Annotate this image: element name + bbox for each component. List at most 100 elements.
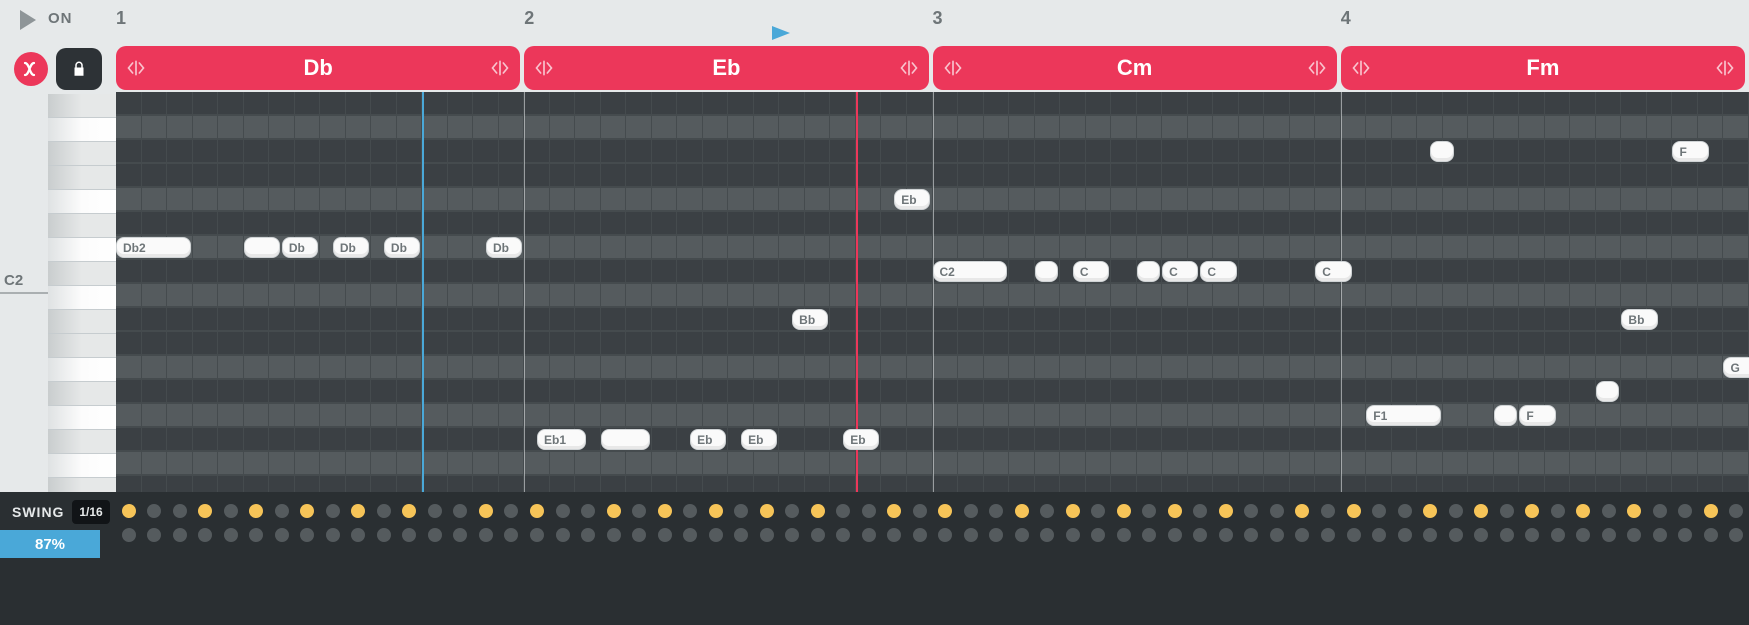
resize-handle-icon[interactable] (1715, 58, 1735, 78)
swing-step[interactable] (913, 528, 927, 542)
swing-step[interactable] (1576, 504, 1590, 518)
swing-step[interactable] (964, 504, 978, 518)
swing-step[interactable] (530, 504, 544, 518)
swing-step[interactable] (198, 528, 212, 542)
swing-step[interactable] (1474, 504, 1488, 518)
swing-step[interactable] (1066, 528, 1080, 542)
swing-percent[interactable]: 87% (0, 530, 100, 558)
swing-step[interactable] (122, 528, 136, 542)
swing-step[interactable] (1117, 504, 1131, 518)
note[interactable] (1137, 261, 1161, 282)
swing-step[interactable] (1347, 504, 1361, 518)
swing-step[interactable] (1321, 504, 1335, 518)
swing-step[interactable] (734, 528, 748, 542)
swing-step[interactable] (300, 528, 314, 542)
swing-step[interactable] (1066, 504, 1080, 518)
note[interactable]: Eb (843, 429, 879, 450)
swing-step[interactable] (1372, 528, 1386, 542)
note[interactable]: C (1073, 261, 1109, 282)
swing-step[interactable] (504, 528, 518, 542)
swing-step[interactable] (377, 528, 391, 542)
note[interactable]: Eb (690, 429, 726, 450)
note[interactable]: Db2 (116, 237, 191, 258)
swing-step[interactable] (377, 504, 391, 518)
swing-step[interactable] (887, 528, 901, 542)
swing-step[interactable] (504, 504, 518, 518)
swing-step[interactable] (658, 528, 672, 542)
swing-step[interactable] (1091, 504, 1105, 518)
swing-step[interactable] (785, 504, 799, 518)
note[interactable]: C (1315, 261, 1351, 282)
swing-step[interactable] (1295, 528, 1309, 542)
note[interactable]: Db (333, 237, 369, 258)
swing-step[interactable] (428, 528, 442, 542)
swing-step[interactable] (1372, 504, 1386, 518)
swing-step[interactable] (122, 504, 136, 518)
chord-block[interactable]: Fm (1341, 46, 1745, 90)
swing-step[interactable] (709, 504, 723, 518)
swing-step[interactable] (1040, 528, 1054, 542)
swing-step[interactable] (1398, 504, 1412, 518)
note[interactable]: C (1162, 261, 1198, 282)
swing-step[interactable] (1576, 528, 1590, 542)
swing-step[interactable] (1398, 528, 1412, 542)
note[interactable]: Eb1 (537, 429, 586, 450)
swing-step[interactable] (224, 528, 238, 542)
swing-step[interactable] (1142, 504, 1156, 518)
note[interactable]: C (1200, 261, 1236, 282)
note[interactable]: Db (282, 237, 318, 258)
swing-step[interactable] (1015, 528, 1029, 542)
swing-step[interactable] (683, 504, 697, 518)
swing-step[interactable] (1704, 528, 1718, 542)
swing-step[interactable] (581, 504, 595, 518)
note[interactable]: Bb (792, 309, 828, 330)
piano-key[interactable] (48, 94, 116, 118)
swing-step[interactable] (1500, 528, 1514, 542)
swing-step[interactable] (1449, 528, 1463, 542)
resize-handle-icon[interactable] (899, 58, 919, 78)
swing-step[interactable] (1168, 528, 1182, 542)
swing-step[interactable] (1627, 528, 1641, 542)
chord-block[interactable]: Db (116, 46, 520, 90)
swing-step[interactable] (1321, 528, 1335, 542)
note[interactable] (601, 429, 650, 450)
swing-step[interactable] (1168, 504, 1182, 518)
swing-step[interactable] (479, 528, 493, 542)
swing-step[interactable] (224, 504, 238, 518)
swing-step[interactable] (913, 504, 927, 518)
swing-step[interactable] (275, 504, 289, 518)
swing-step[interactable] (249, 528, 263, 542)
swing-step[interactable] (1015, 504, 1029, 518)
swing-step[interactable] (938, 504, 952, 518)
note[interactable] (1430, 141, 1454, 162)
resize-handle-icon[interactable] (490, 58, 510, 78)
swing-step[interactable] (1244, 528, 1258, 542)
swing-step[interactable] (1602, 528, 1616, 542)
swing-step[interactable] (173, 528, 187, 542)
swing-step[interactable] (989, 504, 1003, 518)
loop-start-line[interactable] (422, 92, 424, 492)
swing-step[interactable] (275, 528, 289, 542)
swing-step[interactable] (887, 504, 901, 518)
piano-key[interactable] (48, 430, 116, 454)
swing-step[interactable] (1219, 528, 1233, 542)
swing-step[interactable] (326, 528, 340, 542)
piano-key[interactable] (48, 190, 116, 214)
swing-step[interactable] (300, 504, 314, 518)
swing-step[interactable] (326, 504, 340, 518)
piano-key[interactable] (48, 310, 116, 334)
chord-block[interactable]: Eb (524, 46, 928, 90)
swing-step[interactable] (1142, 528, 1156, 542)
swing-step[interactable] (1117, 528, 1131, 542)
note[interactable]: F (1672, 141, 1708, 162)
note[interactable]: Db (486, 237, 522, 258)
piano-keys[interactable] (48, 94, 116, 502)
swing-step[interactable] (198, 504, 212, 518)
swing-step[interactable] (351, 528, 365, 542)
swing-step[interactable] (1091, 528, 1105, 542)
swing-step[interactable] (1729, 504, 1743, 518)
swing-step[interactable] (1678, 528, 1692, 542)
swing-step[interactable] (556, 528, 570, 542)
swing-step[interactable] (1551, 528, 1565, 542)
playhead-icon[interactable] (772, 26, 790, 45)
